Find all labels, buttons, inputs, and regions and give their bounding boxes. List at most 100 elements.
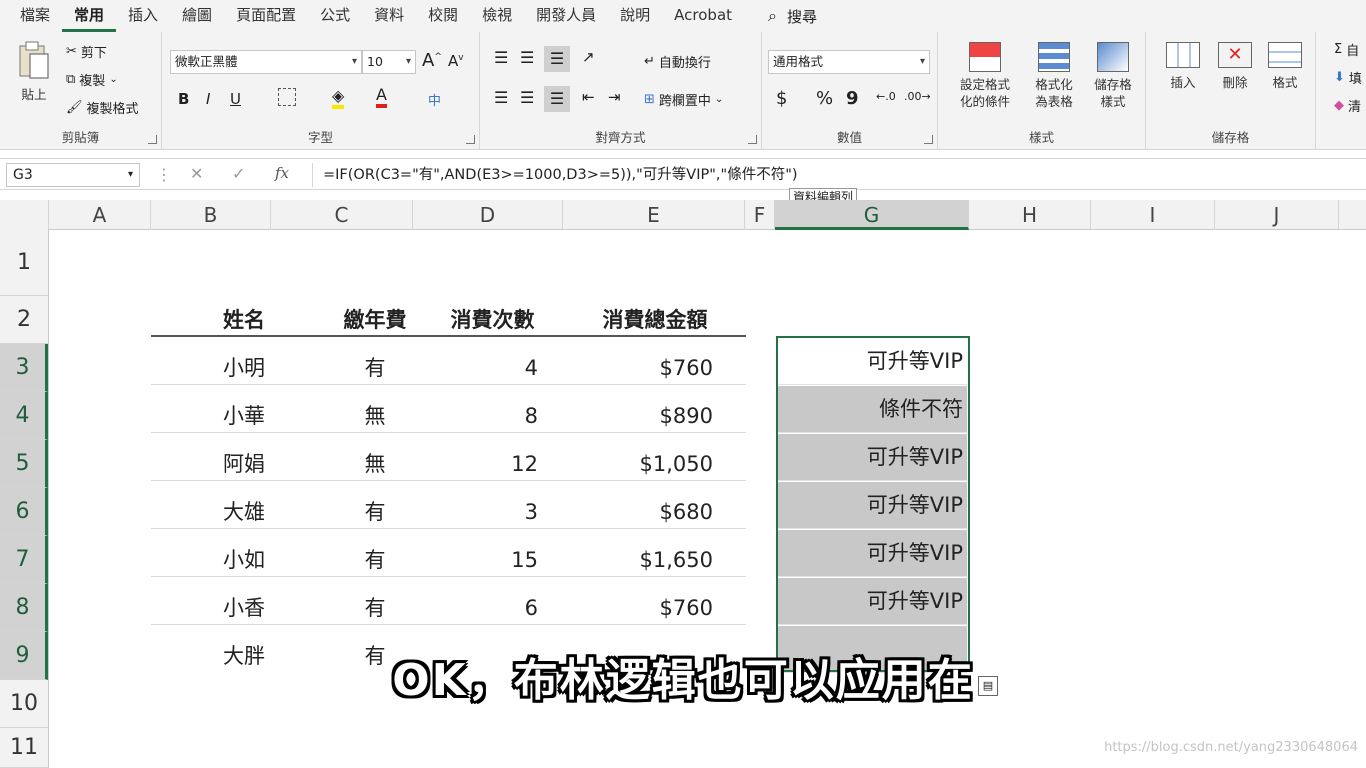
insert-cells-button[interactable]: 插入: [1160, 42, 1206, 91]
conditional-format-button[interactable]: 設定格式化的條件: [948, 42, 1022, 110]
column-header-j[interactable]: J: [1215, 200, 1339, 230]
column-header-b[interactable]: B: [151, 200, 271, 230]
row-header-3[interactable]: 3: [0, 344, 48, 392]
decrease-font-icon[interactable]: Av: [448, 52, 464, 70]
row-header-5[interactable]: 5: [0, 440, 48, 488]
row-header-7[interactable]: 7: [0, 536, 48, 584]
percent-button[interactable]: %: [816, 88, 833, 109]
font-size-select[interactable]: 10 ▾: [362, 50, 416, 74]
chevron-down-icon: ▾: [127, 169, 133, 180]
menu-tab-9[interactable]: 開發人員: [524, 0, 608, 32]
menu-tab-6[interactable]: 資料: [362, 0, 416, 32]
menu-tab-11[interactable]: Acrobat: [662, 0, 744, 32]
column-header-d[interactable]: D: [413, 200, 563, 230]
align-middle-icon[interactable]: ☰: [520, 48, 534, 67]
cut-button[interactable]: ✂ 剪下: [66, 42, 107, 61]
header-fee[interactable]: 繳年費: [300, 296, 450, 344]
column-header-g[interactable]: G: [775, 200, 969, 230]
column-header-e[interactable]: E: [563, 200, 745, 230]
merge-center-button[interactable]: ⊞ 跨欄置中 ⌄: [644, 90, 723, 109]
cut-label: 剪下: [80, 46, 107, 61]
decrease-indent-icon[interactable]: ⇤: [582, 88, 595, 106]
format-painter-button[interactable]: 🖌 複製格式: [66, 98, 139, 117]
row-divider: [151, 384, 746, 385]
align-center-icon[interactable]: ☰: [520, 88, 534, 107]
italic-button[interactable]: I: [206, 90, 210, 108]
cell-styles-button[interactable]: 儲存格樣式: [1084, 42, 1142, 110]
menu-tab-3[interactable]: 繪圖: [170, 0, 224, 32]
row-header-4[interactable]: 4: [0, 392, 48, 440]
row-divider: [151, 624, 746, 625]
font-launcher-icon[interactable]: [466, 135, 475, 144]
copy-button[interactable]: ⧉ 複製 ⌄: [66, 70, 118, 89]
align-bottom-icon[interactable]: ☰: [544, 46, 570, 72]
formula-input[interactable]: =IF(OR(C3="有",AND(E3>=1000,D3>=5)),"可升等V…: [312, 163, 1362, 187]
decrease-decimal-icon[interactable]: .00→: [904, 90, 931, 103]
more-icon: ⋮: [156, 165, 172, 184]
menu-tab-2[interactable]: 插入: [116, 0, 170, 32]
selection-range: [776, 336, 970, 672]
menu-tab-0[interactable]: 檔案: [8, 0, 62, 32]
increase-indent-icon[interactable]: ⇥: [608, 88, 621, 106]
menu-tab-10[interactable]: 說明: [608, 0, 662, 32]
menu-tab-1[interactable]: 常用: [62, 0, 117, 32]
name-box[interactable]: G3 ▾: [6, 163, 140, 187]
alignment-launcher-icon[interactable]: [748, 135, 757, 144]
bold-button[interactable]: B: [178, 90, 189, 108]
column-header-h[interactable]: H: [969, 200, 1091, 230]
menu-tab-7[interactable]: 校閱: [416, 0, 470, 32]
wrap-text-button[interactable]: ↵ 自動換行: [644, 52, 711, 71]
column-header-c[interactable]: C: [271, 200, 413, 230]
font-title: 字型: [307, 130, 333, 145]
video-subtitle: OK，布林逻辑也可以应用在: [392, 655, 974, 706]
fill-color-icon[interactable]: ◈: [332, 86, 345, 109]
header-name[interactable]: 姓名: [223, 296, 265, 344]
align-left-icon[interactable]: ☰: [494, 88, 508, 107]
name-box-value: G3: [13, 167, 33, 183]
ribbon: 貼上 ✂ 剪下 ⧉ 複製 ⌄ 🖌 複製格式 剪貼簿 微軟正黑體 ▾ 10 ▾ A^ Av B…: [0, 32, 1366, 150]
formula-bar: G3 ▾ ⋮ ✕ ✓ fx =IF(OR(C3="有",AND(E3>=1000,…: [0, 158, 1366, 190]
enter-icon[interactable]: ✓: [232, 164, 245, 183]
number-launcher-icon[interactable]: [924, 135, 933, 144]
column-header-f[interactable]: F: [745, 200, 775, 230]
phonetic-icon[interactable]: 中: [428, 90, 441, 109]
font-color-icon[interactable]: A: [376, 86, 387, 108]
align-right-icon[interactable]: ☰: [544, 86, 570, 112]
menu-tab-4[interactable]: 頁面配置: [224, 0, 308, 32]
row-header-8[interactable]: 8: [0, 584, 48, 632]
autosum-button[interactable]: Σ自: [1334, 40, 1359, 59]
increase-decimal-icon[interactable]: ←.0: [876, 90, 896, 103]
borders-icon[interactable]: [278, 88, 296, 106]
clear-button[interactable]: ◆ 清: [1334, 96, 1361, 115]
paste-button[interactable]: 貼上: [10, 40, 58, 103]
column-header-i[interactable]: I: [1091, 200, 1215, 230]
currency-button[interactable]: $: [776, 88, 787, 109]
header-amount[interactable]: 消費總金額: [590, 296, 720, 344]
fill-button[interactable]: ⬇ 填: [1334, 68, 1362, 87]
format-as-table-button[interactable]: 格式化為表格: [1024, 42, 1084, 110]
underline-button[interactable]: U: [230, 90, 241, 108]
delete-cells-button[interactable]: ✕ 刪除: [1212, 42, 1258, 91]
menu-tab-5[interactable]: 公式: [308, 0, 362, 32]
align-top-icon[interactable]: ☰: [494, 48, 508, 67]
clipboard-launcher-icon[interactable]: [148, 135, 157, 144]
insert-function-icon[interactable]: fx: [275, 164, 289, 182]
format-cells-button[interactable]: 格式: [1262, 42, 1308, 91]
font-name-select[interactable]: 微軟正黑體 ▾: [170, 50, 362, 74]
number-format-select[interactable]: 通用格式 ▾: [768, 50, 930, 74]
menu-tab-8[interactable]: 檢視: [470, 0, 524, 32]
comma-button[interactable]: 9: [846, 88, 859, 109]
cancel-icon[interactable]: ✕: [190, 164, 203, 183]
row-divider: [151, 432, 746, 433]
row-header-11[interactable]: 11: [0, 728, 48, 768]
orientation-icon[interactable]: ↗: [582, 48, 595, 66]
increase-font-icon[interactable]: A^: [422, 50, 442, 71]
column-header-a[interactable]: A: [49, 200, 151, 230]
row-header-6[interactable]: 6: [0, 488, 48, 536]
select-all-corner[interactable]: [0, 200, 49, 230]
row-header-2[interactable]: 2: [0, 296, 48, 344]
search-box[interactable]: ⌕ 搜尋: [768, 0, 817, 32]
row-header-1[interactable]: 1: [0, 230, 48, 296]
header-count[interactable]: 消費次數: [440, 296, 545, 344]
chevron-down-icon: ⌄: [714, 94, 724, 105]
